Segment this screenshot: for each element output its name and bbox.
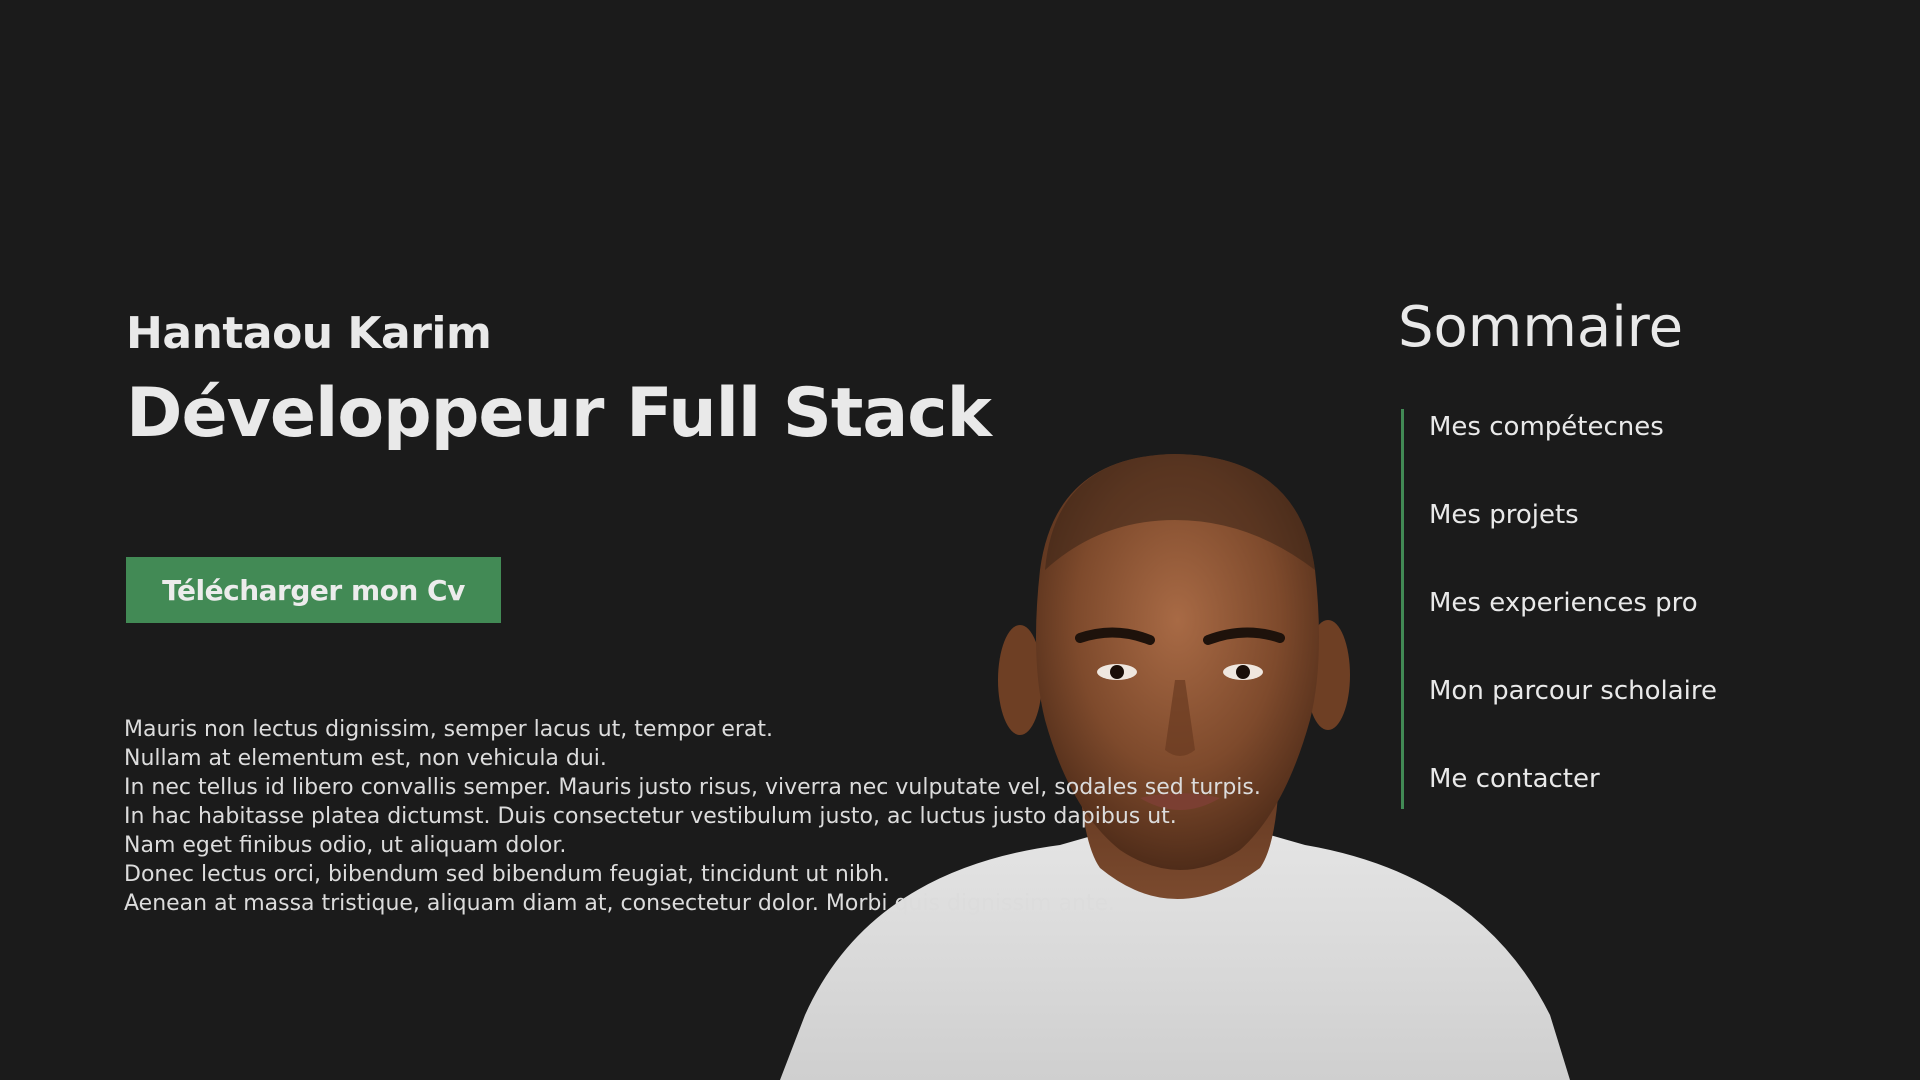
portfolio-page: Hantaou Karim Développeur Full Stack Tél…: [0, 0, 1920, 1080]
toc-item-competences[interactable]: Mes compétecnes: [1429, 412, 1664, 442]
description-line: Donec lectus orci, bibendum sed bibendum…: [124, 862, 890, 887]
description-line: Aenean at massa tristique, aliquam diam …: [124, 891, 1116, 916]
hero-name: Hantaou Karim: [126, 308, 492, 359]
description-line: In hac habitasse platea dictumst. Duis c…: [124, 804, 1177, 829]
description-line: In nec tellus id libero convallis semper…: [124, 775, 1261, 800]
download-cv-button[interactable]: Télécharger mon Cv: [126, 557, 501, 623]
description-line: Mauris non lectus dignissim, semper lacu…: [124, 717, 774, 742]
hero-job-title: Développeur Full Stack: [126, 374, 992, 453]
hero-description: Mauris non lectus dignissim, semper lacu…: [124, 715, 1261, 918]
table-of-contents: Sommaire Mes compétecnes Mes projets Mes…: [1398, 295, 1858, 809]
description-line: Nam eget finibus odio, ut aliquam dolor.: [124, 833, 567, 858]
description-line: Nullam at elementum est, non vehicula du…: [124, 746, 607, 771]
toc-title: Sommaire: [1398, 295, 1684, 360]
